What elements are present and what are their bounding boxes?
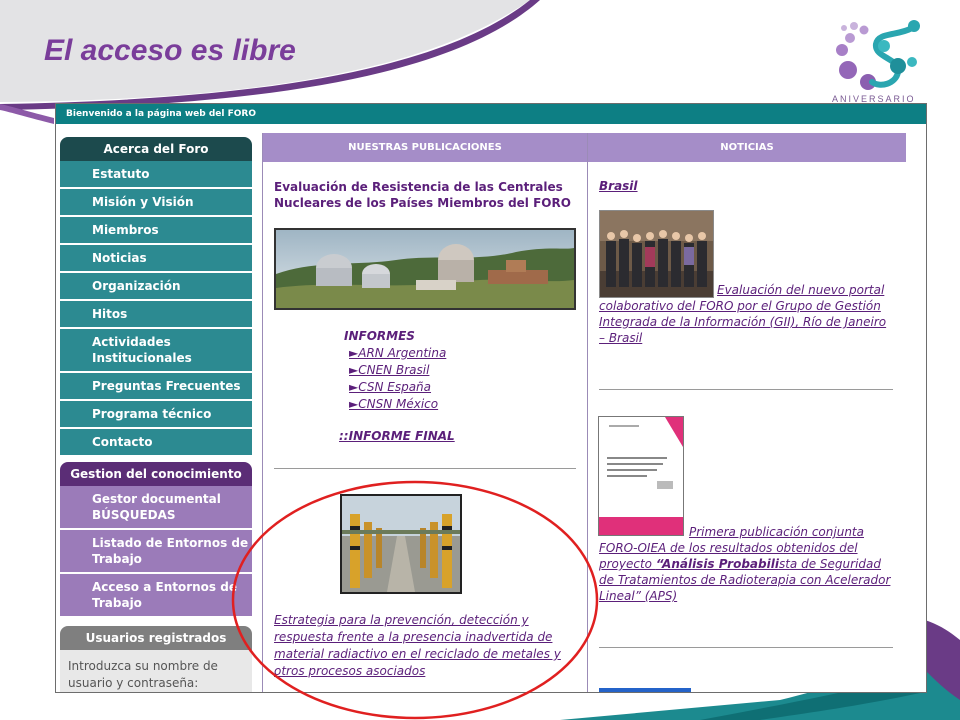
column-divider-left bbox=[262, 133, 263, 692]
informes-label: INFORMES bbox=[344, 329, 415, 343]
publicaciones-header: NUESTRAS PUBLICACIONES bbox=[263, 133, 587, 162]
website-screenshot: Bienvenido a la página web del FORO Acer… bbox=[55, 103, 927, 693]
slide-title: El acceso es libre bbox=[44, 34, 296, 67]
news-item-aps[interactable]: Primera publicación conjunta FORO-OIEA d… bbox=[599, 524, 893, 604]
login-prompt: Introduzca su nombre de usuario y contra… bbox=[60, 650, 252, 692]
menu-usuarios: Usuarios registrados Introduzca su nombr… bbox=[60, 626, 252, 692]
menu-item-acceso-entornos[interactable]: Acceso a Entornos de Trabajo bbox=[60, 574, 252, 618]
menu-item-actividades[interactable]: Actividades Institucionales bbox=[60, 329, 252, 373]
menu-item-preguntas[interactable]: Preguntas Frecuentes bbox=[60, 373, 252, 401]
publication-title: Evaluación de Resistencia de las Central… bbox=[274, 180, 571, 210]
welcome-bar: Bienvenido a la página web del FORO bbox=[56, 104, 926, 124]
informe-link-espana[interactable]: ►CSN España bbox=[349, 380, 431, 394]
menu-item-noticias[interactable]: Noticias bbox=[60, 245, 252, 273]
menu-acerca: Acerca del Foro Estatuto Misión y Visión… bbox=[60, 137, 252, 457]
menu-item-mision-vision[interactable]: Misión y Visión bbox=[60, 189, 252, 217]
menu-item-listado-entornos[interactable]: Listado de Entornos de Trabajo bbox=[60, 530, 252, 574]
menu-item-contacto[interactable]: Contacto bbox=[60, 429, 252, 457]
menu-item-hitos[interactable]: Hitos bbox=[60, 301, 252, 329]
informe-link-mexico[interactable]: ►CNSN México bbox=[349, 397, 438, 411]
menu-item-organizacion[interactable]: Organización bbox=[60, 273, 252, 301]
menu-usuarios-heading: Usuarios registrados bbox=[60, 626, 252, 650]
menu-item-gestor-documental[interactable]: Gestor documental BÚSQUEDAS bbox=[60, 486, 252, 530]
menu-gestion: Gestion del conocimiento Gestor document… bbox=[60, 462, 252, 618]
publicaciones-divider bbox=[274, 468, 576, 469]
news-blue-tab bbox=[599, 688, 691, 692]
menu-item-miembros[interactable]: Miembros bbox=[60, 217, 252, 245]
menu-item-programa[interactable]: Programa técnico bbox=[60, 401, 252, 429]
informe-final-link[interactable]: ::INFORME FINAL bbox=[339, 429, 455, 443]
informe-link-brasil[interactable]: ►CNEN Brasil bbox=[349, 363, 429, 377]
noticias-divider-1 bbox=[599, 389, 893, 390]
news-item-portal[interactable]: Evaluación del nuevo portal colaborativo… bbox=[599, 282, 893, 346]
news-item-aps-bold: “Análisis Probabili bbox=[655, 557, 779, 571]
informe-link-argentina[interactable]: ►ARN Argentina bbox=[349, 346, 446, 360]
estrategia-link[interactable]: Estrategia para la prevención, detección… bbox=[274, 612, 580, 680]
menu-acerca-heading: Acerca del Foro bbox=[60, 137, 252, 161]
publication-cover-image[interactable] bbox=[598, 416, 684, 536]
radiation-portal-image[interactable] bbox=[340, 494, 462, 594]
noticias-header: NOTICIAS bbox=[588, 133, 906, 162]
menu-item-estatuto[interactable]: Estatuto bbox=[60, 161, 252, 189]
news-item-portal-text: Evaluación del nuevo portal colaborativo… bbox=[599, 283, 887, 345]
menu-gestion-heading: Gestion del conocimiento bbox=[60, 462, 252, 486]
news-country-link[interactable]: Brasil bbox=[599, 179, 638, 193]
column-divider-middle bbox=[587, 133, 588, 692]
nuclear-plant-image[interactable] bbox=[274, 228, 576, 310]
noticias-divider-2 bbox=[599, 647, 893, 648]
